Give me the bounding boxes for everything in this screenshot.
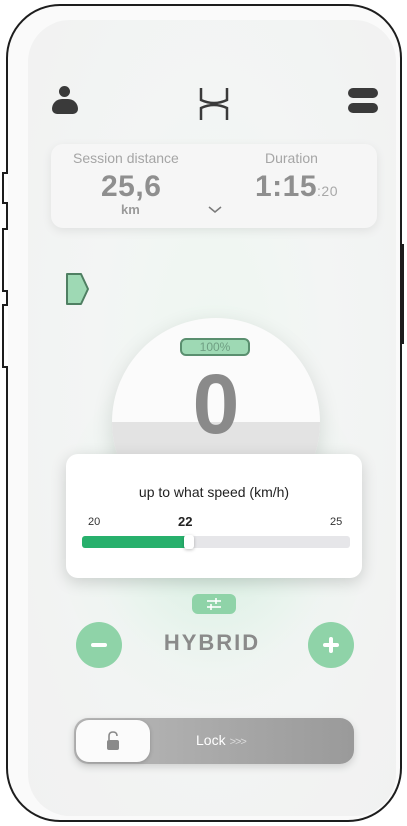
tag-icon[interactable]	[64, 272, 90, 306]
side-button-mute	[2, 172, 8, 204]
side-button-volume-down	[2, 304, 8, 368]
speed-limit-popup: up to what speed (km/h) 20 22 25	[66, 454, 362, 578]
battery-indicator: 100%	[180, 338, 250, 356]
duration-main: 1:15	[255, 170, 318, 203]
lock-arrows: >>>	[229, 736, 247, 748]
duration-seconds: :20	[317, 183, 339, 199]
speed-limit-value: 22	[178, 514, 193, 529]
speed-limit-title: up to what speed (km/h)	[138, 484, 290, 500]
user-icon[interactable]	[52, 86, 78, 116]
side-button-power	[401, 244, 404, 344]
distance-value: 25,6	[101, 170, 162, 203]
speed-limit-min: 20	[88, 516, 101, 528]
settings-sliders-icon[interactable]	[192, 594, 236, 614]
plus-button[interactable]	[308, 622, 354, 668]
app-screen: Session distance 25,6 km Duration 1:15:2…	[28, 20, 396, 816]
distance-unit: km	[121, 202, 140, 217]
duration-label: Duration	[265, 150, 318, 166]
lock-handle[interactable]	[76, 720, 150, 762]
speed-value: 0	[192, 357, 240, 451]
slider-fill	[82, 536, 189, 548]
speed-limit-slider[interactable]	[82, 535, 350, 549]
duration-value: 1:15:20	[255, 170, 338, 204]
distance-label: Session distance	[73, 150, 179, 166]
lock-label: Lock >>>	[196, 732, 247, 748]
slider-handle[interactable]	[184, 535, 194, 549]
brand-logo-icon	[199, 88, 229, 120]
speed-limit-max: 25	[330, 516, 343, 528]
side-button-volume-up	[2, 228, 8, 292]
lock-text: Lock	[196, 732, 226, 748]
phone-frame: Session distance 25,6 km Duration 1:15:2…	[6, 4, 402, 822]
padlock-icon	[107, 731, 119, 750]
lock-slider[interactable]: Lock >>>	[74, 718, 354, 764]
menu-icon[interactable]	[348, 88, 378, 114]
session-stats-card[interactable]: Session distance 25,6 km Duration 1:15:2…	[51, 144, 377, 228]
chevron-down-icon[interactable]	[208, 206, 222, 214]
